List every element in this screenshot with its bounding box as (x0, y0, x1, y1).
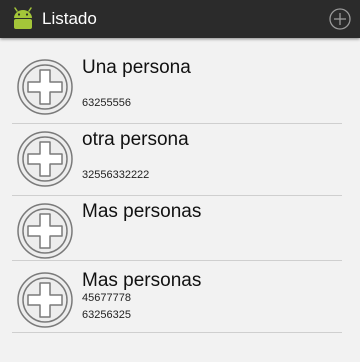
add-circle-icon (17, 59, 73, 115)
list-divider (12, 332, 342, 333)
action-bar: Listado (0, 0, 360, 38)
list-item[interactable]: otra persona 32556332222 (12, 122, 342, 194)
list-divider (12, 260, 342, 261)
page-title: Listado (42, 9, 97, 28)
person-phone: 45677778 (82, 292, 131, 304)
person-name: Una persona (82, 57, 191, 78)
android-logo-icon (14, 7, 32, 29)
person-phone: 32556332222 (82, 169, 150, 181)
person-phone: 63256325 (82, 309, 131, 321)
person-phone: 63255556 (82, 97, 131, 109)
list-item[interactable]: Mas personas (12, 194, 342, 266)
app-window: Listado Una persona 63255556 otra person (0, 0, 360, 362)
person-name: otra persona (82, 129, 189, 150)
add-circle-icon (17, 203, 73, 259)
add-circle-icon (17, 272, 73, 328)
person-name: Mas personas (82, 270, 202, 291)
add-circle-icon (17, 131, 73, 187)
person-list: Una persona 63255556 otra persona 325563… (0, 38, 360, 362)
person-name: Mas personas (82, 201, 202, 222)
add-circle-icon[interactable] (328, 7, 352, 31)
list-item[interactable]: Una persona 63255556 (12, 50, 342, 122)
list-item[interactable]: Mas personas 45677778 63256325 (12, 263, 342, 335)
